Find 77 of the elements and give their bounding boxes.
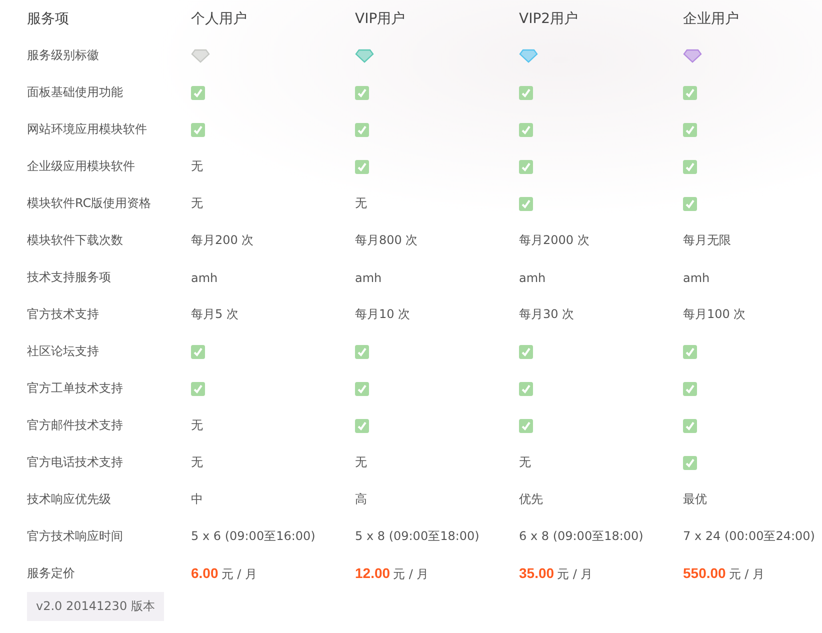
checkmark-icon <box>683 122 697 136</box>
table-cell: 5 x 8 (09:00至18:00) <box>355 528 480 545</box>
column-header: 服务项 <box>27 10 70 28</box>
row-label: 服务定价 <box>27 565 75 582</box>
table-cell: 最优 <box>683 491 707 508</box>
checkmark-icon <box>191 86 205 100</box>
row-label: 官方邮件技术支持 <box>27 417 123 434</box>
column-header: VIP2用户 <box>519 10 580 28</box>
column-header: VIP用户 <box>355 10 406 28</box>
table-cell: 无 <box>191 417 203 434</box>
checkmark-icon <box>683 456 697 470</box>
row-label: 技术响应优先级 <box>27 491 111 508</box>
row-label: 网站环境应用模块软件 <box>27 121 147 138</box>
row-label: 技术支持服务项 <box>27 269 111 286</box>
row-label: 社区论坛支持 <box>27 343 99 360</box>
checkmark-icon <box>519 196 533 210</box>
table-cell: amh <box>355 270 382 284</box>
table-cell: 7 x 24 (00:00至24:00) <box>683 528 815 545</box>
checkmark-icon <box>519 418 533 432</box>
table-cell: 每月5 次 <box>191 306 238 323</box>
table-cell: 无 <box>191 158 203 175</box>
table-cell: 无 <box>191 195 203 212</box>
checkmark-icon <box>355 122 369 136</box>
checkmark-icon <box>683 196 697 210</box>
price-text: 12.00 元 / 月 <box>355 564 429 582</box>
checkmark-icon <box>191 344 205 358</box>
checkmark-icon <box>683 160 697 174</box>
row-label: 面板基础使用功能 <box>27 84 123 101</box>
price-text: 6.00 元 / 月 <box>191 564 257 582</box>
checkmark-icon <box>355 344 369 358</box>
column-header: 企业用户 <box>683 10 740 28</box>
table-cell: 无 <box>191 454 203 471</box>
table-cell: 中 <box>191 491 203 508</box>
row-label: 官方技术支持 <box>27 306 99 323</box>
table-cell: 无 <box>355 454 367 471</box>
checkmark-icon <box>191 382 205 396</box>
table-cell: amh <box>683 270 710 284</box>
checkmark-icon <box>355 160 369 174</box>
checkmark-icon <box>519 86 533 100</box>
checkmark-icon <box>519 382 533 396</box>
row-label: 官方电话技术支持 <box>27 454 123 471</box>
column-header: 个人用户 <box>191 10 248 28</box>
checkmark-icon <box>355 382 369 396</box>
table-cell: 每月无限 <box>683 232 731 249</box>
row-label: 模块软件RC版使用资格 <box>27 195 152 212</box>
price-text: 35.00 元 / 月 <box>519 564 593 582</box>
table-cell: 每月100 次 <box>683 306 746 323</box>
table-cell: 每月800 次 <box>355 232 418 249</box>
table-cell: 5 x 6 (09:00至16:00) <box>191 528 316 545</box>
checkmark-icon <box>519 160 533 174</box>
table-cell: 每月2000 次 <box>519 232 590 249</box>
checkmark-icon <box>683 344 697 358</box>
checkmark-icon <box>191 122 205 136</box>
table-cell: 无 <box>355 195 367 212</box>
checkmark-icon <box>683 382 697 396</box>
row-label: 服务级别标徽 <box>27 47 99 64</box>
checkmark-icon <box>519 122 533 136</box>
row-label: 官方工单技术支持 <box>27 380 123 397</box>
row-label: 官方技术响应时间 <box>27 528 123 545</box>
table-cell: 优先 <box>519 491 543 508</box>
checkmark-icon <box>355 418 369 432</box>
version-badge: v2.0 20141230 版本 <box>27 592 164 621</box>
checkmark-icon <box>519 344 533 358</box>
table-cell: amh <box>191 270 218 284</box>
table-cell: 无 <box>519 454 531 471</box>
table-cell: 每月30 次 <box>519 306 574 323</box>
table-cell: 6 x 8 (09:00至18:00) <box>519 528 644 545</box>
table-cell: 每月200 次 <box>191 232 254 249</box>
checkmark-icon <box>355 86 369 100</box>
row-label: 模块软件下载次数 <box>27 232 123 249</box>
checkmark-icon <box>683 86 697 100</box>
price-text: 550.00 元 / 月 <box>683 564 764 582</box>
checkmark-icon <box>683 418 697 432</box>
table-cell: amh <box>519 270 546 284</box>
row-label: 企业级应用模块软件 <box>27 158 135 175</box>
table-cell: 高 <box>355 491 367 508</box>
table-cell: 每月10 次 <box>355 306 410 323</box>
